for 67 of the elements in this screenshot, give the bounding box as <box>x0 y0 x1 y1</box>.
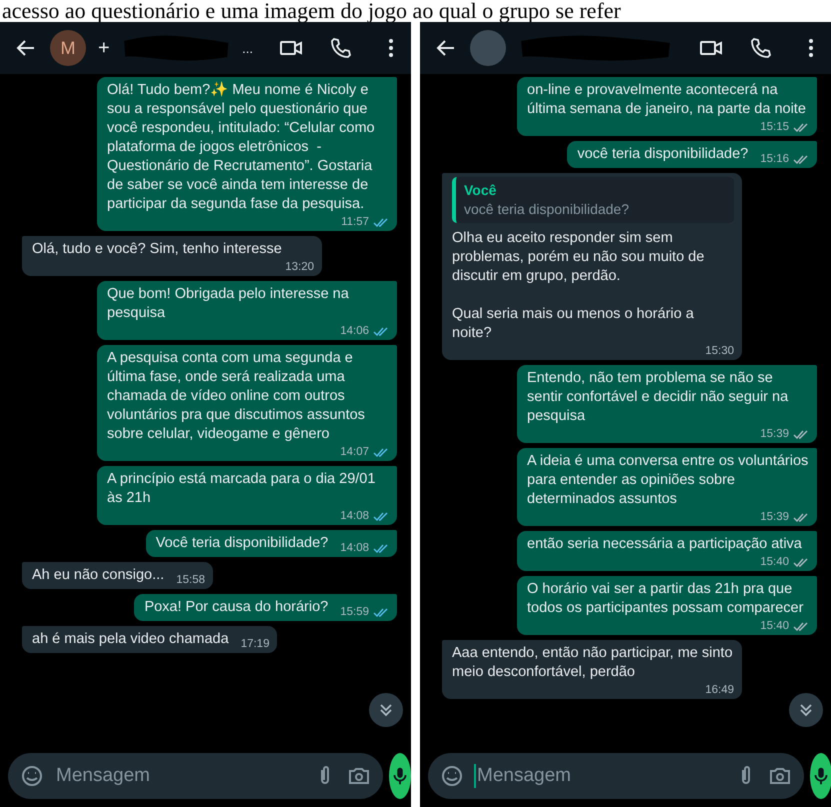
message-time: 15:40 <box>760 620 789 633</box>
message-text: Entendo, não tem problema se não se sentir confortável e decidir não seguir na pesquisa <box>527 369 790 426</box>
message-time: 15:30 <box>705 345 734 358</box>
double-check-icon <box>373 447 389 458</box>
phone-icon[interactable] <box>329 36 353 60</box>
message-time: 15:15 <box>760 121 789 134</box>
message-time: 14:08 <box>340 542 369 555</box>
message-text: você teria disponibilidade? <box>577 145 748 164</box>
message-text: A ideia é uma conversa entre os voluntários para entender as opiniões sobre determinados assuntos <box>527 452 809 509</box>
double-check-icon <box>793 621 809 632</box>
message-field[interactable]: Mensagem <box>8 753 383 799</box>
microphone-button[interactable] <box>389 753 411 799</box>
sticker-icon[interactable] <box>440 764 464 788</box>
scroll-down-button[interactable] <box>789 693 823 727</box>
message-time: 11:57 <box>341 216 369 229</box>
message-time: 15:58 <box>176 574 205 587</box>
chevrons-down-icon <box>798 702 814 718</box>
quoted-message[interactable]: Você você teria disponibilidade? <box>452 177 734 223</box>
message-time: 15:40 <box>760 556 789 569</box>
scroll-down-button[interactable] <box>369 693 403 727</box>
contact-name[interactable]: + <box>98 36 110 60</box>
message-text: Olá, tudo e você? Sim, tenho interesse <box>32 240 282 259</box>
message-text: O horário vai ser a partir das 21h pra que todos os participantes possam comparecer <box>527 580 804 618</box>
message-time: 15:59 <box>340 606 369 619</box>
message-input[interactable]: Mensagem <box>54 764 303 788</box>
message-time: 13:20 <box>285 261 314 274</box>
message-text: Poxa! Por causa do horário? <box>144 598 328 617</box>
quote-text: você teria disponibilidade? <box>464 200 630 219</box>
message-time: 14:07 <box>340 446 369 459</box>
message-time: 16:49 <box>705 684 734 697</box>
double-check-icon <box>793 429 809 440</box>
double-check-icon <box>373 511 389 522</box>
message-time: 17:19 <box>240 638 270 651</box>
message-time: 15:39 <box>760 511 789 524</box>
phone-icon[interactable] <box>749 36 773 60</box>
microphone-button[interactable] <box>810 753 831 799</box>
double-check-icon <box>793 557 809 568</box>
document-text: acesso ao questionário e uma imagem do jogo ao qual o grupo se refer <box>1 0 622 22</box>
message-text: ah é mais pela video chamada <box>32 630 229 649</box>
message-text: Ah eu não consigo... <box>32 566 164 585</box>
message-time: 15:39 <box>760 428 789 441</box>
name-overflow: ... <box>242 40 253 56</box>
double-check-icon <box>373 326 389 337</box>
message-text: on-line e provavelmente acontecerá na última semana de janeiro, na parte da noite <box>527 81 807 119</box>
sticker-icon[interactable] <box>20 764 44 788</box>
double-check-icon <box>373 543 389 554</box>
double-check-icon <box>793 122 809 133</box>
message-text: Que bom! Obrigada pelo interesse na pesquisa <box>107 285 350 323</box>
message-text: Você teria disponibilidade? <box>156 534 328 553</box>
message-text: Aaa entendo, então não participar, me sinto meio desconfortável, perdão <box>452 644 734 682</box>
message-text: então seria necessária a participação ativa <box>527 535 802 554</box>
double-check-icon <box>793 154 809 165</box>
double-check-icon <box>373 607 389 618</box>
quote-author: Você <box>464 181 498 200</box>
message-time: 14:08 <box>340 510 369 523</box>
message-time: 14:06 <box>340 325 369 338</box>
message-time: 15:16 <box>760 153 789 166</box>
message-text: Olá! Tudo bem?✨ Meu nome é Nicoly e sou a responsável pelo questionário que você respondeu, intitulado: “Celular como plataforma de jogos eletrônicos - Questionário de Recrutamento”. Gostaria de saber se você ainda tem interesse de participar da segunda fase da pesquisa. <box>107 81 376 214</box>
message-input[interactable]: Mensagem <box>474 764 724 788</box>
double-check-icon <box>793 512 809 523</box>
message-text: A pesquisa conta com uma segunda e última fase, onde será realizada uma chamada de vídeo online com outros voluntários pra que discutimos assuntos sobre celular, videogame e gênero <box>107 349 366 444</box>
double-check-icon <box>373 217 389 228</box>
message-text: A princípio está marcada para o dia 29/01 às 21h <box>107 470 376 508</box>
message-field[interactable]: Mensagem <box>428 753 804 799</box>
chevrons-down-icon <box>378 702 394 718</box>
message-text: Olha eu aceito responder sim sem problemas, porém eu não sou muito de discutir em grupo, perdão. Qual seria mais ou menos o horário a noite? <box>452 229 706 343</box>
contact-avatar[interactable]: M <box>50 30 86 66</box>
